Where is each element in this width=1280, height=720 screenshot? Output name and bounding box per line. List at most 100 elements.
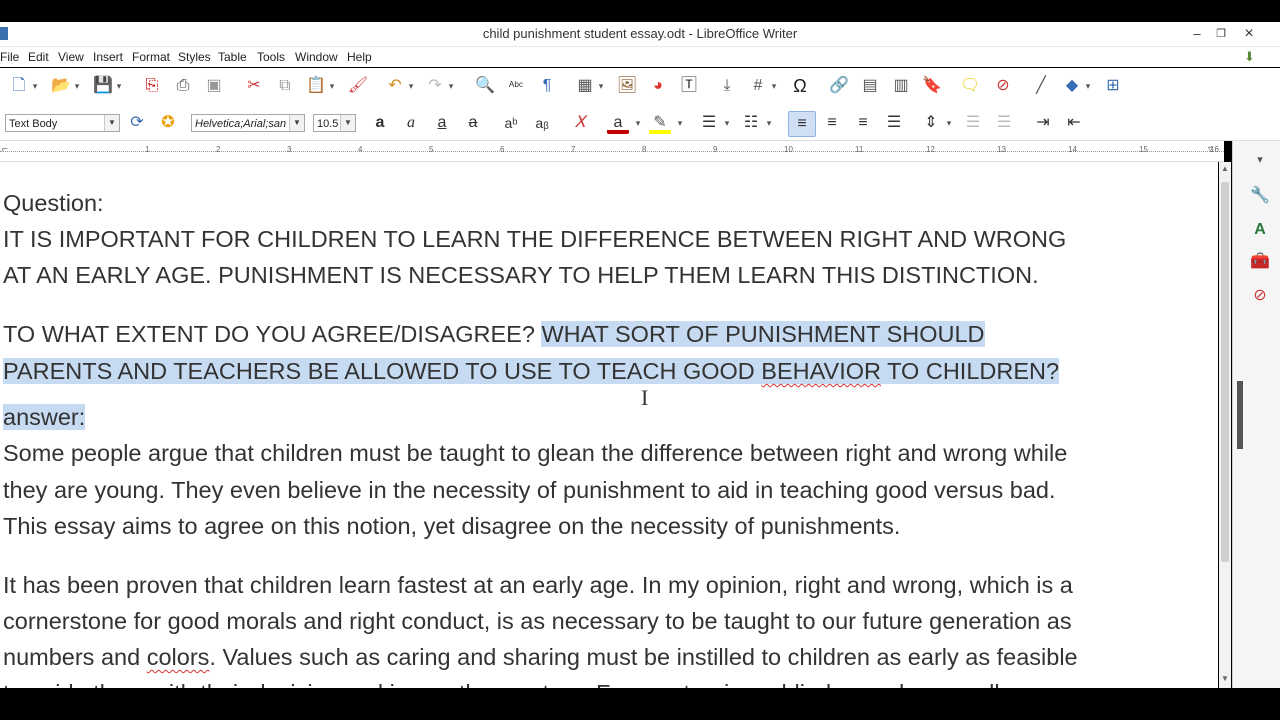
tab-stop-icon[interactable]: ⌐ [2, 144, 8, 155]
cut-icon[interactable]: ✂ [243, 75, 265, 97]
document-line[interactable]: Question: [3, 190, 104, 217]
document-line[interactable]: cornerstone for good morals and right co… [3, 608, 1072, 635]
redo-dropdown-icon[interactable]: ▾ [446, 75, 456, 97]
line-spacing-icon[interactable]: ⇕ [920, 112, 942, 134]
new-style-icon[interactable]: ✪ [157, 112, 179, 134]
update-download-icon[interactable]: ⬇ [1244, 49, 1258, 64]
insert-chart-icon[interactable]: ◕ [647, 75, 669, 97]
font-color-dropdown-icon[interactable]: ▾ [633, 112, 643, 134]
hyperlink-icon[interactable]: 🔗 [828, 75, 850, 97]
paste-icon[interactable]: 📋 [305, 75, 327, 97]
new-document-icon[interactable]: 🗋 [8, 75, 30, 97]
menu-window[interactable]: Window [295, 50, 338, 64]
chevron-down-icon[interactable]: ▼ [340, 115, 355, 131]
gallery-icon[interactable]: 🧰 [1249, 251, 1271, 273]
insert-textbox-icon[interactable]: 🅃 [678, 75, 700, 97]
properties-icon[interactable]: 🔧 [1249, 185, 1271, 207]
field-dropdown-icon[interactable]: ▾ [769, 75, 779, 97]
document-line[interactable]: PARENTS AND TEACHERS BE ALLOWED TO USE T… [3, 358, 1060, 385]
close-button[interactable]: × [1236, 25, 1262, 43]
page-break-icon[interactable]: ⤓ [716, 75, 738, 97]
unordered-list-dropdown-icon[interactable]: ▾ [722, 112, 732, 134]
align-left-icon[interactable]: ≡ [788, 111, 816, 137]
export-pdf-icon[interactable]: ⎘ [141, 75, 163, 97]
paste-dropdown-icon[interactable]: ▾ [327, 75, 337, 97]
increase-indent-icon[interactable]: ⇥ [1032, 112, 1054, 134]
undo-dropdown-icon[interactable]: ▾ [406, 75, 416, 97]
formatting-marks-icon[interactable]: ¶ [536, 75, 558, 97]
document-line[interactable]: TO WHAT EXTENT DO YOU AGREE/DISAGREE? WH… [3, 321, 985, 348]
insert-image-icon[interactable]: 🖼 [616, 75, 638, 97]
find-replace-icon[interactable]: 🔍 [474, 75, 496, 97]
document-line[interactable]: numbers and colors. Values such as carin… [3, 644, 1078, 671]
basic-shapes-icon[interactable]: ◆ [1061, 75, 1083, 97]
sidebar-collapse-handle[interactable] [1237, 381, 1243, 449]
subscript-icon[interactable]: aᵦ [531, 112, 553, 134]
justify-icon[interactable]: ☰ [883, 112, 905, 134]
insert-table-icon[interactable]: ▦ [574, 75, 596, 97]
document-page[interactable]: Question: IT IS IMPORTANT FOR CHILDREN TO… [0, 162, 1218, 688]
spelling-icon[interactable]: ᴬᵇᶜ [505, 75, 527, 97]
navigator-icon[interactable]: ⊘ [1249, 285, 1271, 307]
open-dropdown-icon[interactable]: ▾ [72, 75, 82, 97]
document-line[interactable]: Some people argue that children must be … [3, 440, 1067, 467]
highlight-color-icon[interactable]: ✎ [649, 112, 671, 134]
endnote-icon[interactable]: ▥ [890, 75, 912, 97]
document-line[interactable]: AT AN EARLY AGE. PUNISHMENT IS NECESSARY… [3, 262, 1039, 289]
menu-file[interactable]: File [0, 50, 19, 64]
decrease-indent-icon[interactable]: ⇤ [1063, 112, 1085, 134]
strikethrough-icon[interactable]: a [462, 112, 484, 134]
align-center-icon[interactable]: ≡ [821, 112, 843, 134]
save-icon[interactable]: 💾 [92, 75, 114, 97]
menu-format[interactable]: Format [132, 50, 170, 64]
print-preview-icon[interactable]: ▣ [203, 75, 225, 97]
document-line[interactable]: answer: [3, 404, 86, 431]
document-line[interactable]: It has been proven that children learn f… [3, 572, 1073, 599]
font-size-select[interactable]: 10.5 ▼ [313, 114, 356, 132]
align-right-icon[interactable]: ≡ [852, 112, 874, 134]
draw-line-icon[interactable]: ╱ [1030, 75, 1052, 97]
footnote-icon[interactable]: ▤ [859, 75, 881, 97]
decrease-paragraph-spacing-icon[interactable]: ☰ [993, 112, 1015, 134]
unordered-list-icon[interactable]: ☰ [698, 112, 720, 134]
increase-paragraph-spacing-icon[interactable]: ☰ [962, 112, 984, 134]
chevron-down-icon[interactable]: ▼ [104, 115, 119, 131]
highlight-dropdown-icon[interactable]: ▾ [675, 112, 685, 134]
insert-field-icon[interactable]: # [747, 75, 769, 97]
bookmark-icon[interactable]: 🔖 [921, 75, 943, 97]
comment-icon[interactable]: 🗨 [959, 75, 981, 97]
line-spacing-dropdown-icon[interactable]: ▾ [944, 112, 954, 134]
open-folder-icon[interactable]: 📂 [50, 75, 72, 97]
shapes-dropdown-icon[interactable]: ▾ [1083, 75, 1093, 97]
menu-table[interactable]: Table [218, 50, 247, 64]
special-character-icon[interactable]: Ω [789, 75, 811, 97]
draw-functions-icon[interactable]: ⊞ [1102, 75, 1124, 97]
bold-icon[interactable]: a [369, 112, 391, 134]
styles-icon[interactable]: A [1249, 219, 1271, 241]
menu-tools[interactable]: Tools [257, 50, 285, 64]
font-color-icon[interactable]: a [607, 112, 629, 134]
font-name-select[interactable]: Helvetica;Arial;san ▼ [191, 114, 305, 132]
redo-icon[interactable]: ↷ [424, 75, 446, 97]
menu-edit[interactable]: Edit [28, 50, 49, 64]
horizontal-ruler[interactable]: ⌐ ▿ 1 2 3 4 5 6 7 8 9 10 11 12 13 14 15 16 [0, 141, 1224, 162]
menu-view[interactable]: View [58, 50, 84, 64]
scroll-down-icon[interactable]: ▼ [1220, 674, 1230, 686]
document-line[interactable]: they are young. They even believe in the… [3, 477, 1056, 504]
vertical-scrollbar[interactable]: ▲ ▼ [1219, 162, 1231, 688]
document-line[interactable]: IT IS IMPORTANT FOR CHILDREN TO LEARN TH… [3, 226, 1066, 253]
ordered-list-icon[interactable]: ☷ [740, 112, 762, 134]
ordered-list-dropdown-icon[interactable]: ▾ [764, 112, 774, 134]
print-icon[interactable]: ⎙ [172, 75, 194, 97]
update-style-icon[interactable]: ⟳ [126, 112, 148, 134]
undo-icon[interactable]: ↶ [384, 75, 406, 97]
underline-icon[interactable]: a [431, 112, 453, 134]
chevron-down-icon[interactable]: ▼ [289, 115, 304, 131]
italic-icon[interactable]: a [400, 112, 422, 134]
paragraph-style-select[interactable]: Text Body ▼ [5, 114, 120, 132]
new-dropdown-icon[interactable]: ▾ [30, 75, 40, 97]
scrollbar-thumb[interactable] [1221, 182, 1229, 562]
copy-icon[interactable]: ⧉ [274, 75, 296, 97]
document-line[interactable]: to guide them with their decision making… [3, 680, 1000, 688]
menu-insert[interactable]: Insert [93, 50, 123, 64]
